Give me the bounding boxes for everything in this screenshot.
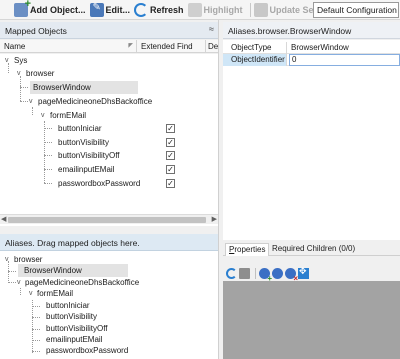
scroll-right-icon[interactable]: ▶ [212,215,217,223]
column-header-name[interactable]: Name ◤ [0,40,137,52]
properties-grid: ObjectType BrowserWindow ObjectIdentifie… [223,40,400,240]
edit-child-icon[interactable] [272,267,283,279]
refresh-button[interactable]: Refresh [134,1,184,19]
expand-all-icon[interactable] [298,266,309,279]
property-row-selected[interactable]: ObjectIdentifier 0 [223,54,400,66]
refresh-icon [134,2,149,17]
column-header-de[interactable]: De [206,40,218,52]
properties-tabs: Properties Required Children (0/0) [223,242,400,256]
add-child-icon[interactable] [259,267,272,283]
tree-node-label: buttonVisibilityOff [58,151,120,160]
extended-find-checkbox[interactable]: ✓ [166,165,175,174]
mapped-objects-title: Mapped Objects [5,26,67,36]
tree-node-label: BrowserWindow [33,83,91,92]
tree-node[interactable]: passwordboxPassword ✓ [0,177,218,190]
tree-node[interactable]: emailinputEMail ✓ [0,163,218,176]
tree-node-label: buttonIniciar [58,124,102,133]
highlight-button[interactable]: Highlight [187,1,243,19]
property-key: ObjectIdentifier [223,54,287,66]
expand-icon[interactable]: v [5,54,9,67]
properties-header: Aliases.browser.BrowserWindow [223,22,400,39]
extended-find-checkbox[interactable]: ✓ [166,179,175,188]
scroll-left-icon[interactable]: ◀ [1,215,6,223]
highlight-icon [187,2,202,17]
property-value: BrowserWindow [291,43,349,52]
tree-line [8,271,16,272]
vertical-splitter[interactable] [218,20,222,359]
tree-node-label: emailinputEMail [58,165,115,174]
scrollbar-thumb[interactable] [8,217,206,223]
expand-icon[interactable]: v [17,67,21,80]
tree-node[interactable]: v browser [0,67,140,80]
alias-node[interactable]: passwordboxPassword [0,344,140,357]
configuration-select[interactable]: Default Configuration [313,2,399,18]
tree-node-label: pageMedicineoneDhsBackoffice [38,97,153,106]
update-selectors-icon [253,2,268,17]
refresh-icon[interactable] [226,267,237,279]
alias-node-label: passwordboxPassword [46,346,129,355]
tree-node-label: Sys [14,56,28,65]
extended-find-checkbox[interactable]: ✓ [166,138,175,147]
expand-icon[interactable]: v [29,95,33,108]
property-row[interactable]: ObjectType BrowserWindow [223,42,400,54]
tree-node[interactable]: v pageMedicineoneDhsBackoffice [0,95,152,108]
tree-node[interactable]: buttonVisibility ✓ [0,136,218,149]
property-value-editor[interactable]: 0 [289,54,400,66]
toolbar-separator [249,2,251,17]
tree-node-label: browser [26,69,55,78]
horizontal-scrollbar[interactable]: ◀ ▶ [0,214,218,224]
aliases-tree[interactable]: v browser BrowserWindow v pageMedicineon… [0,251,218,359]
tree-node[interactable]: v formEMail [0,109,140,122]
column-header-extended-find[interactable]: Extended Find [137,40,206,52]
tree-node[interactable]: buttonVisibilityOff ✓ [0,149,218,162]
aliases-header: Aliases. Drag mapped objects here. [0,234,218,251]
tree-node[interactable]: buttonIniciar ✓ [0,122,218,135]
required-children-area [223,281,400,359]
tab-properties[interactable]: Properties [225,243,270,256]
expand-icon[interactable]: v [5,253,9,266]
tree-node-label: buttonVisibility [58,138,109,147]
remove-child-icon[interactable] [285,267,298,283]
mapped-grid-header: Name ◤ Extended Find De [0,40,218,53]
edit-icon [89,2,104,17]
tree-node-selected[interactable]: BrowserWindow [30,81,138,94]
tree-node[interactable]: v Sys [0,54,140,67]
trash-icon[interactable] [239,267,250,279]
add-object-icon [14,0,31,17]
mapped-objects-tree[interactable]: v Sys v browser BrowserWindow v pageMedi… [0,54,218,226]
extended-find-checkbox[interactable]: ✓ [166,124,175,133]
tab-required-children[interactable]: Required Children (0/0) [269,243,358,256]
required-children-toolbar [223,266,400,283]
tree-node-label: passwordboxPassword [58,179,141,188]
edit-button[interactable]: Edit... [89,1,130,19]
property-key: ObjectType [223,42,287,54]
mapped-objects-header: Mapped Objects ≈ [0,22,218,39]
extended-find-checkbox[interactable]: ✓ [166,151,175,160]
tree-line [20,87,28,88]
toolbar-separator [255,267,256,279]
tree-node-label: formEMail [50,111,87,120]
collapse-icon[interactable]: ≈ [209,24,214,34]
expand-icon[interactable]: v [41,109,45,122]
sort-icon: ◤ [128,43,133,49]
add-object-button[interactable]: Add Object... [14,0,86,19]
